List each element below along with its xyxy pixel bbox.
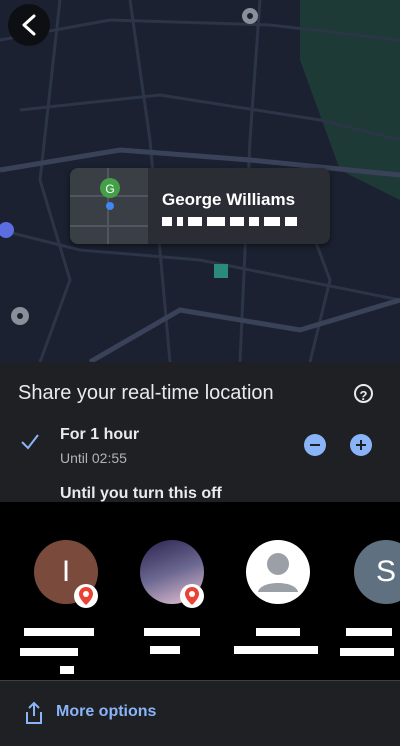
avatar-initial: S: [375, 555, 396, 588]
minus-icon: [310, 444, 320, 446]
location-dot: [106, 202, 114, 210]
marker-letter: G: [105, 182, 114, 196]
more-options-label: More options: [56, 703, 157, 720]
person-icon: [258, 553, 298, 592]
back-button[interactable]: [8, 4, 50, 46]
sheet-title: Share your real-time location: [18, 382, 274, 404]
contact-location-card[interactable]: G George Williams: [70, 168, 330, 244]
redacted-name: [346, 628, 392, 636]
increase-time-button[interactable]: [350, 434, 372, 456]
option-subtext: Until 02:55: [60, 450, 127, 466]
redacted-name: [256, 628, 300, 636]
teal-place-icon: [214, 264, 228, 278]
chevron-left-icon: [22, 14, 36, 36]
contact-item[interactable]: [234, 540, 318, 670]
redacted-name: [144, 628, 200, 636]
redacted-name: [60, 666, 74, 674]
maps-badge-icon: [180, 584, 204, 608]
redacted-name: [150, 646, 180, 654]
contact-item[interactable]: [140, 540, 210, 670]
redacted-name: [24, 628, 94, 636]
redacted-name: [20, 648, 78, 656]
map-pin-icon: [11, 307, 29, 325]
option-label: For 1 hour: [60, 426, 140, 443]
contact-item[interactable]: I: [20, 540, 104, 674]
contacts-row: I S: [0, 530, 400, 680]
option-for-1-hour[interactable]: For 1 hour Until 02:55: [0, 418, 400, 468]
contact-item[interactable]: S: [340, 540, 400, 670]
checkmark-icon: [21, 434, 39, 450]
decrease-time-button[interactable]: [304, 434, 326, 456]
share-upload-icon: [26, 701, 42, 724]
share-sheet: Share your real-time location ? For 1 ho…: [0, 362, 400, 502]
redacted-name: [340, 648, 394, 656]
plus-icon: [356, 440, 366, 450]
redacted-name: [234, 646, 318, 654]
avatar: S: [354, 540, 400, 604]
shopping-pin-icon: [0, 222, 14, 238]
avatar-initial: I: [61, 555, 71, 588]
option-until-off[interactable]: Until you turn this off: [60, 485, 222, 503]
question-circle-icon[interactable]: ?: [354, 384, 373, 403]
more-options-button[interactable]: More options: [0, 681, 400, 746]
avatar: [246, 540, 310, 604]
redacted-address: [162, 213, 302, 231]
map-view[interactable]: G George Williams: [0, 0, 400, 362]
map-pin-icon: [242, 8, 258, 24]
mini-map-thumbnail: G: [70, 168, 148, 244]
mini-map: G: [70, 168, 148, 244]
maps-badge-icon: [74, 584, 98, 608]
contact-name: George Williams: [162, 190, 296, 209]
